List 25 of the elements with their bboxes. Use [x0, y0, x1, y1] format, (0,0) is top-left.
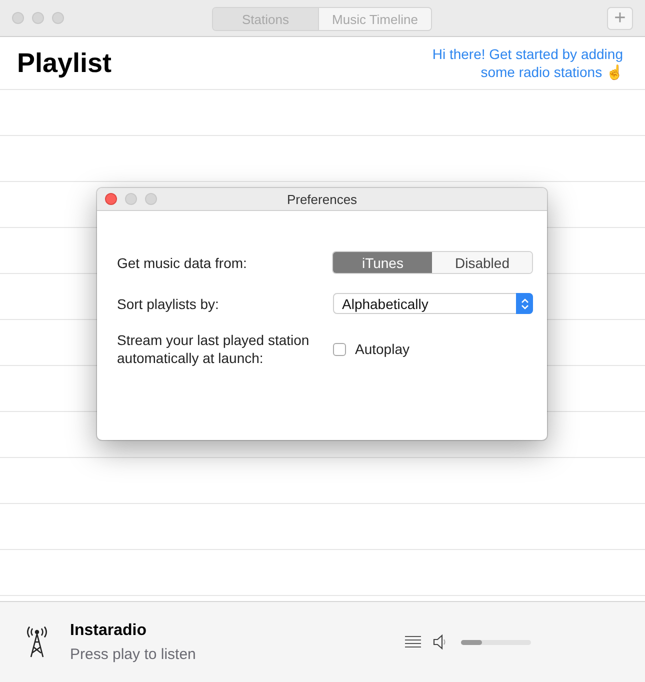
field-label: Get music data from: [117, 254, 248, 272]
checkbox-label[interactable]: Autoplay [355, 341, 410, 357]
add-button[interactable]: + [607, 6, 633, 30]
field-label: Stream your last played station automatically at launch: [117, 331, 310, 367]
window-control[interactable] [125, 193, 137, 205]
sort-dropdown[interactable]: Alphabetically [333, 293, 533, 314]
window-control[interactable] [105, 193, 117, 205]
station-name: Instaradio [70, 622, 148, 640]
list-icon[interactable] [405, 636, 421, 648]
radio-tower-icon [24, 626, 50, 658]
window-control[interactable] [145, 193, 157, 205]
chevrons-icon [520, 298, 528, 310]
window-control[interactable] [52, 12, 64, 24]
page-title: Playlist [17, 48, 112, 78]
segment-option[interactable]: Disabled [432, 252, 532, 273]
player-status: Press play to listen [70, 646, 196, 662]
hint-text: Hi there! Get started by adding some radio stations ☝ [431, 45, 623, 81]
segment-option[interactable]: iTunes [332, 252, 432, 273]
window-control[interactable] [32, 12, 44, 24]
tab[interactable]: Music Timeline [319, 8, 431, 30]
checkbox[interactable] [333, 342, 346, 356]
dialog-title: Preferences [286, 192, 358, 206]
field-label: Sort playlists by: [117, 294, 220, 312]
window-control[interactable] [12, 12, 24, 24]
volume-slider[interactable] [461, 640, 531, 644]
